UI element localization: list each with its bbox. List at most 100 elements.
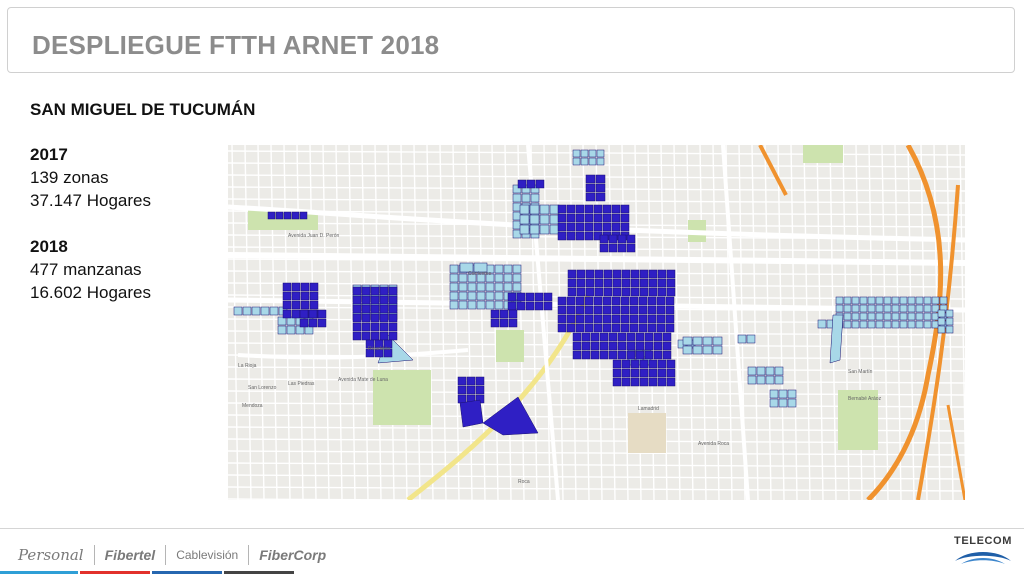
zone-2017 (915, 312, 924, 321)
zone-2017 (458, 273, 468, 283)
manzana-2018 (576, 269, 586, 279)
manzana-2018 (657, 278, 667, 288)
manzana-2018 (576, 287, 586, 297)
manzana-2018 (388, 286, 398, 296)
zone-2017 (494, 264, 504, 274)
manzana-2018 (283, 211, 292, 220)
manzana-2018 (621, 269, 631, 279)
year-2017: 2017 (30, 145, 68, 164)
park (803, 145, 843, 163)
map-canvas[interactable]: Avenida Juan D. Perón Mendoza La Rioja San … (228, 145, 965, 500)
manzana-2018 (567, 269, 577, 279)
manzana-2018 (612, 359, 622, 369)
manzana-2018 (300, 291, 310, 301)
manzana-2018 (457, 385, 467, 395)
zone-2017 (485, 291, 495, 301)
zone-2017 (945, 309, 954, 318)
manzana-2018 (299, 318, 309, 328)
manzana-2018 (590, 332, 600, 342)
street-label: Bernabé Aráoz (848, 396, 882, 402)
fibercorp-logo: FiberCorp (259, 547, 327, 563)
manzana-2018 (309, 282, 319, 292)
manzana-2018 (370, 322, 380, 332)
zone-2017 (875, 304, 884, 313)
manzana-2018 (621, 377, 631, 387)
zone-2017 (859, 320, 868, 329)
manzana-2018 (630, 269, 640, 279)
manzana-2018 (593, 314, 603, 324)
zone-2017 (899, 312, 908, 321)
manzana-2018 (647, 296, 657, 306)
manzana-2018 (599, 350, 609, 360)
manzana-2018 (639, 287, 649, 297)
zone-2017 (251, 306, 261, 316)
zone-2017 (843, 296, 852, 305)
manzana-2018 (594, 269, 604, 279)
zone-2017 (485, 300, 495, 310)
manzana-2018 (466, 376, 476, 386)
manzana-2018 (584, 213, 594, 223)
manzana-2018 (644, 341, 654, 351)
manzana-2018 (557, 204, 567, 214)
zone-2017 (702, 336, 713, 346)
zone-2017 (883, 312, 892, 321)
manzana-2018 (657, 287, 667, 297)
zone-2017 (875, 296, 884, 305)
zone-2017 (778, 398, 788, 408)
manzana-2018 (611, 222, 621, 232)
manzana-2018 (665, 314, 675, 324)
manzana-2018 (599, 332, 609, 342)
zone-2017 (851, 304, 860, 313)
manzana-2018 (620, 305, 630, 315)
manzana-2018 (611, 323, 621, 333)
zone-2017 (787, 389, 797, 399)
year-2018: 2018 (30, 237, 68, 256)
zone-2017 (494, 300, 504, 310)
zone-2017 (476, 291, 486, 301)
manzana-2018 (566, 204, 576, 214)
zone-2017 (817, 319, 827, 329)
zone-2017 (233, 306, 243, 316)
manzana-2018 (602, 305, 612, 315)
manzana-2018 (657, 377, 667, 387)
footer-divider (0, 528, 1024, 529)
manzana-2018 (644, 332, 654, 342)
zone-2017 (907, 304, 916, 313)
manzana-2018 (581, 350, 591, 360)
manzana-2018 (388, 313, 398, 323)
manzana-2018 (648, 359, 658, 369)
manzana-2018 (593, 296, 603, 306)
manzana-2018 (352, 331, 362, 341)
manzana-2018 (361, 304, 371, 314)
zone-2017 (883, 304, 892, 313)
manzana-2018 (388, 322, 398, 332)
manzana-2018 (608, 243, 618, 253)
manzana-2018 (581, 332, 591, 342)
manzana-2018 (629, 323, 639, 333)
manzana-2018 (575, 314, 585, 324)
zone-2017 (765, 375, 775, 385)
zone-2017 (519, 224, 530, 235)
zone-2017 (549, 214, 560, 225)
manzana-2018 (626, 341, 636, 351)
street-label: Rivadavia (368, 346, 390, 352)
manzana-2018 (584, 231, 594, 241)
header-box: DESPLIEGUE FTTH ARNET 2018 (7, 7, 1015, 73)
manzana-2018 (648, 377, 658, 387)
hogares-2018: 16.602 Hogares (30, 283, 151, 302)
zone-2017 (923, 304, 932, 313)
zone-2017 (467, 282, 477, 292)
manzana-2018 (647, 323, 657, 333)
street-label: Roca (518, 479, 530, 485)
zone-2017 (529, 224, 540, 235)
manzana-2018 (648, 278, 658, 288)
zone-2017 (521, 193, 531, 203)
zone-2017 (277, 325, 287, 335)
manzana-2018 (361, 331, 371, 341)
zone-2017 (580, 149, 589, 158)
zone-2017 (530, 193, 540, 203)
city-map[interactable]: Avenida Juan D. Perón Mendoza La Rioja San … (228, 145, 965, 500)
manzana-2018 (557, 305, 567, 315)
manzana-2018 (612, 368, 622, 378)
manzana-2018 (361, 286, 371, 296)
